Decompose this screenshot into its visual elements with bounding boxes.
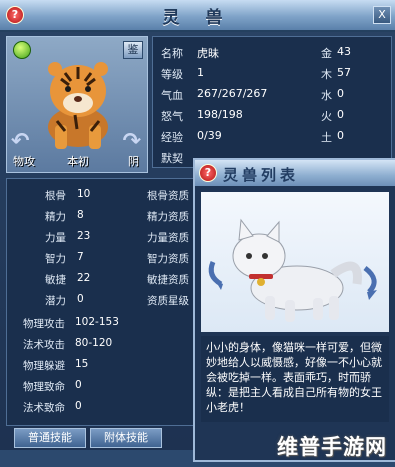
identify-button[interactable]: 鉴 — [123, 41, 143, 59]
attr-value: 15 — [75, 358, 89, 370]
attr-value: 8 — [77, 209, 84, 221]
level-value: 1 — [197, 66, 204, 79]
attr-key: 物理躲避 — [23, 360, 65, 372]
kitten-image — [208, 218, 377, 322]
metal-key: 金 — [321, 47, 332, 60]
metal-value: 43 — [337, 45, 351, 58]
pet-info-panel: 名称 虎昧 金 43 等级 1 木 57 气血 267/267/267 水 0 … — [152, 36, 392, 168]
attr-key: 潜力 — [45, 295, 66, 307]
name-key: 名称 — [161, 47, 183, 60]
pet-preview-box — [201, 192, 389, 332]
fire-key: 火 — [321, 110, 332, 123]
pet-window: ? 灵 兽 X 鉴 ↶ ↷ 物攻 本初 阴 名称 虎昧 金 43 等级 1 木 … — [0, 0, 395, 467]
rotate-left-button[interactable]: ↶ — [11, 129, 29, 154]
attr-key: 精力 — [45, 211, 66, 223]
attr-value: 102-153 — [75, 316, 119, 328]
attr-row: 潜力 0 资质星级 — [7, 290, 195, 311]
water-key: 水 — [321, 89, 332, 102]
water-value: 0 — [337, 87, 344, 100]
attack-type-label: 物攻 — [13, 155, 35, 168]
info-row-name: 名称 虎昧 金 43 — [153, 43, 391, 62]
exp-key: 经验 — [161, 131, 183, 144]
attr-value: 23 — [77, 230, 91, 242]
wood-key: 木 — [321, 68, 332, 81]
rotate-right-button[interactable]: ↷ — [123, 129, 141, 154]
fire-value: 0 — [337, 108, 344, 121]
attr-row: 智力 7 智力资质 — [7, 248, 195, 269]
attr-value: 7 — [77, 251, 84, 263]
attr-key: 根骨 — [45, 190, 66, 202]
rage-key: 怒气 — [161, 110, 183, 123]
attr-row: 敏捷 22 敏捷资质 — [7, 269, 195, 290]
attr-key: 物理致命 — [23, 381, 65, 393]
stage-label: 本初 — [67, 155, 89, 168]
tab-attach-skills[interactable]: 附体技能 — [90, 428, 162, 448]
attr-aptitude: 敏捷资质 — [147, 274, 189, 286]
attr-value: 80-120 — [75, 337, 113, 349]
pet-description: 小小的身体，像猫咪一样可爱，但微妙地给人以威慑感，好像一不小心就会被吃掉一样。表… — [201, 336, 389, 422]
popup-title-bar[interactable]: ? 灵兽列表 — [195, 160, 395, 186]
name-value: 虎昧 — [197, 47, 219, 60]
pet-attributes-panel: 根骨 10 根骨资质 精力 8 精力资质 力量 23 力量资质 智力 7 智力资… — [6, 178, 196, 426]
attr-row: 根骨 10 根骨资质 — [7, 185, 195, 206]
attr-row: 物理躲避 15 — [7, 355, 195, 376]
close-button[interactable]: X — [373, 6, 391, 24]
attr-aptitude: 智力资质 — [147, 253, 189, 265]
attr-aptitude: 资质星级 — [147, 295, 189, 307]
attr-key: 物理攻击 — [23, 318, 65, 330]
info-row-rage: 怒气 198/198 火 0 — [153, 106, 391, 125]
attr-row: 物理攻击 102-153 — [7, 313, 195, 334]
info-row-exp: 经验 0/39 土 0 — [153, 127, 391, 146]
rage-value: 198/198 — [197, 108, 243, 121]
tab-normal-skills[interactable]: 普通技能 — [14, 428, 86, 448]
window-title: 灵 兽 — [162, 8, 233, 28]
exp-value: 0/39 — [197, 129, 222, 142]
attr-aptitude: 精力资质 — [147, 211, 189, 223]
popup-help-icon[interactable]: ? — [199, 164, 217, 182]
watermark-text: 维普手游网 — [277, 435, 387, 459]
earth-key: 土 — [321, 131, 332, 144]
info-row-hp: 气血 267/267/267 水 0 — [153, 85, 391, 104]
pet-portrait-panel: 鉴 ↶ ↷ 物攻 本初 阴 — [6, 36, 148, 173]
yinyang-label: 阴 — [128, 155, 139, 168]
hp-key: 气血 — [161, 89, 183, 102]
attr-row: 力量 23 力量资质 — [7, 227, 195, 248]
tiger-image — [48, 62, 108, 149]
title-bar[interactable]: ? 灵 兽 X — [0, 0, 395, 32]
attr-key: 法术致命 — [23, 402, 65, 414]
hp-value: 267/267/267 — [197, 87, 268, 100]
attr-value: 0 — [75, 379, 82, 391]
attr-value: 0 — [77, 293, 84, 305]
wood-value: 57 — [337, 66, 351, 79]
attr-value: 22 — [77, 272, 91, 284]
level-key: 等级 — [161, 68, 183, 81]
attr-row: 精力 8 精力资质 — [7, 206, 195, 227]
popup-title: 灵兽列表 — [223, 166, 300, 184]
attr-row: 法术致命 0 — [7, 397, 195, 418]
attr-key: 法术攻击 — [23, 339, 65, 351]
attr-key: 力量 — [45, 232, 66, 244]
attr-key: 智力 — [45, 253, 66, 265]
attr-value: 10 — [77, 188, 91, 200]
attr-aptitude: 根骨资质 — [147, 190, 189, 202]
tacit-key: 默契 — [161, 152, 183, 165]
skill-tabs: 普通技能 附体技能 — [6, 428, 206, 448]
mood-smiley-icon — [13, 41, 31, 59]
earth-value: 0 — [337, 129, 344, 142]
info-row-level: 等级 1 木 57 — [153, 64, 391, 83]
pet-list-popup: ? 灵兽列表 小小的身体，像猫咪一样可爱，但微妙地给人以威慑感，好像一不小心就会… — [193, 158, 395, 462]
attr-row: 法术攻击 80-120 — [7, 334, 195, 355]
attr-value: 0 — [75, 400, 82, 412]
attr-aptitude: 力量资质 — [147, 232, 189, 244]
attr-key: 敏捷 — [45, 274, 66, 286]
attr-row: 物理致命 0 — [7, 376, 195, 397]
